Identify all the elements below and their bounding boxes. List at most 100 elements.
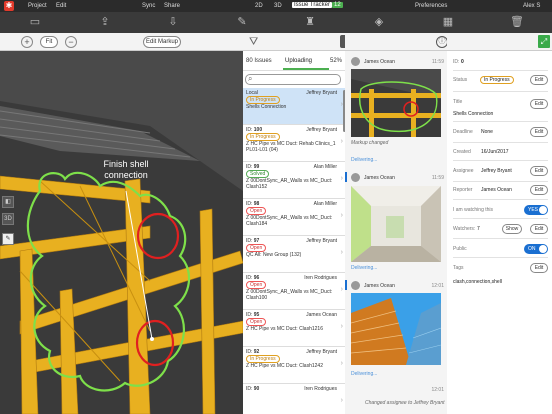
edit-assignee-button[interactable]: Edit: [530, 166, 548, 176]
list-toolbar: ⛛ ✉: [243, 33, 356, 51]
message-author: James Ocean: [364, 283, 395, 289]
menu-edit[interactable]: Edit: [56, 3, 66, 9]
tab-uploading[interactable]: Uploading: [285, 58, 312, 64]
divider: [453, 181, 548, 182]
unread-marker: [345, 280, 347, 290]
share-export-icon[interactable]: ⇪: [98, 15, 112, 29]
model-3d-view[interactable]: Finish shell connection ◧ 3D ✎: [0, 51, 243, 414]
pencil-icon[interactable]: ✎: [235, 15, 249, 29]
issue-list-item[interactable]: Local Jeffrey Bryant In Progress Shells Co…: [243, 88, 345, 125]
zoom-out-button[interactable]: −: [65, 36, 77, 48]
issue-assignee: Jeffrey Bryant: [306, 90, 337, 96]
reporter-value: James Ocean: [481, 187, 512, 193]
trash-icon[interactable]: 🗑: [510, 15, 524, 29]
edit-reporter-button[interactable]: Edit: [530, 185, 548, 195]
tags-value: clash,connection,shell: [453, 279, 502, 285]
main-toolbar: ▭ ⇪ ⇩ ✎ ♜ ◈ ▦ 🗑: [0, 12, 552, 33]
show-watchers-button[interactable]: Show: [502, 224, 522, 234]
view-3d-button[interactable]: 3D: [274, 3, 282, 9]
issue-list-item[interactable]: ID: 92 Jeffrey Bryant In Progress Z HC Pipe…: [243, 347, 345, 384]
issue-list: Local Jeffrey Bryant In Progress Shells Co…: [243, 88, 345, 414]
edit-tags-button[interactable]: Edit: [530, 263, 548, 273]
id-value: 0: [461, 59, 464, 65]
tag-icon[interactable]: ◈: [372, 15, 386, 29]
status-badge: Open: [246, 318, 267, 326]
status-badge: In Progress: [480, 76, 514, 84]
stamp-icon[interactable]: ♜: [303, 15, 317, 29]
delivery-status: Delivering...: [351, 265, 378, 271]
status-badge: Solved: [246, 170, 270, 178]
unread-marker: [345, 172, 347, 182]
created-value: 16/Jun/2017: [481, 149, 509, 155]
issue-list-item[interactable]: ID: 96 Iren Rodrigues Open Z 00DontSync_AR_…: [243, 273, 345, 310]
public-toggle[interactable]: ON: [524, 244, 548, 254]
divider: [453, 142, 548, 143]
pen-tool-icon[interactable]: ✎: [2, 233, 14, 245]
edit-status-button[interactable]: Edit: [530, 75, 548, 85]
watching-label: I am watching this: [453, 207, 494, 213]
chevron-right-icon: ›: [340, 212, 343, 219]
divider: [453, 91, 548, 92]
message-photo[interactable]: [351, 186, 441, 262]
issue-list-item[interactable]: ID: 99 Alan Miller Solved Z 00DontSync_AR_W…: [243, 162, 345, 199]
deadline-label: Deadline: [453, 129, 473, 135]
status-badge: Open: [246, 281, 267, 289]
user-menu[interactable]: Alex S: [523, 3, 540, 9]
message-author: James Ocean: [364, 175, 395, 181]
fit-button[interactable]: Fit: [40, 36, 58, 48]
issue-list-item[interactable]: ID: 95 James Ocean Open Z HC Pipe vs MC Duc…: [243, 310, 345, 347]
zoom-in-button[interactable]: +: [21, 36, 33, 48]
view-2d-button[interactable]: 2D: [255, 3, 263, 9]
filter-icon[interactable]: ⛛: [249, 36, 258, 48]
menu-preferences[interactable]: Preferences: [415, 3, 447, 9]
download-icon[interactable]: ⇩: [166, 15, 180, 29]
edit-watchers-button[interactable]: Edit: [530, 224, 548, 234]
menu-bar: ✱ Project Edit Sync Share 2D 3D Issue Tr…: [0, 0, 552, 12]
issue-title: Shells Connection: [246, 104, 287, 110]
issue-title: Z 00DontSync_AR_Walls vs MC_Duct: Clash1…: [246, 215, 333, 227]
issue-title: QC All: New Group (132): [246, 252, 302, 258]
message-caption: Changed assignee to Jeffrey Bryant: [365, 400, 445, 406]
markup-tool-icon[interactable]: ◧: [2, 196, 14, 208]
issue-list-item[interactable]: ID: 97 Jeffrey Bryant Open QC All: New Grou…: [243, 236, 345, 273]
save-icon[interactable]: ▭: [28, 15, 42, 29]
edit-title-button[interactable]: Edit: [530, 99, 548, 109]
message-photo[interactable]: [351, 293, 441, 365]
issue-assignee: Iren Rodrigues: [304, 386, 337, 392]
issue-id-label: ID:: [246, 386, 253, 392]
public-label: Public: [453, 246, 467, 252]
menu-project[interactable]: Project: [28, 3, 47, 9]
message-photo[interactable]: [351, 69, 441, 137]
watching-toggle[interactable]: YES: [524, 205, 548, 215]
watchers-count: 7: [477, 226, 480, 232]
title-label: Title: [453, 99, 463, 105]
issue-assignee: Jeffrey Bryant: [306, 238, 337, 244]
issue-tracker-tab[interactable]: Issue Tracker: [292, 2, 333, 8]
chevron-right-icon: ›: [340, 249, 343, 256]
search-icon: ⌕: [248, 74, 253, 83]
chevron-right-icon: ›: [340, 138, 343, 145]
message-time: 11:59: [431, 175, 444, 181]
avatar: [351, 57, 360, 66]
search-input[interactable]: ⌕: [245, 74, 341, 85]
chevron-right-icon: ›: [340, 397, 343, 404]
id-label: ID:: [453, 59, 460, 65]
model-render: [0, 51, 243, 414]
chevron-right-icon: ›: [340, 360, 343, 367]
divider: [453, 257, 548, 258]
issue-list-item[interactable]: ID: 98 Alan Miller Open Z 00DontSync_AR_Wal…: [243, 199, 345, 236]
divider: [453, 199, 548, 200]
menu-share[interactable]: Share: [164, 3, 180, 9]
grid-icon[interactable]: ▦: [441, 15, 455, 29]
export-icon[interactable]: ⤢: [538, 35, 550, 48]
menu-sync[interactable]: Sync: [142, 3, 155, 9]
issue-assignee: Jeffrey Bryant: [306, 127, 337, 133]
issue-list-item[interactable]: ID: 100 Jeffrey Bryant In Progress Z HC Pip…: [243, 125, 345, 162]
3d-tool-icon[interactable]: 3D: [2, 213, 14, 225]
status-label: Status: [453, 77, 468, 83]
edit-markup-button[interactable]: Edit Markup: [143, 36, 181, 48]
edit-deadline-button[interactable]: Edit: [530, 127, 548, 137]
issue-list-item[interactable]: ID: 90 Iren Rodrigues ›: [243, 384, 345, 414]
tab-issues[interactable]: 80 Issues: [246, 58, 272, 64]
tags-label: Tags: [453, 265, 464, 271]
